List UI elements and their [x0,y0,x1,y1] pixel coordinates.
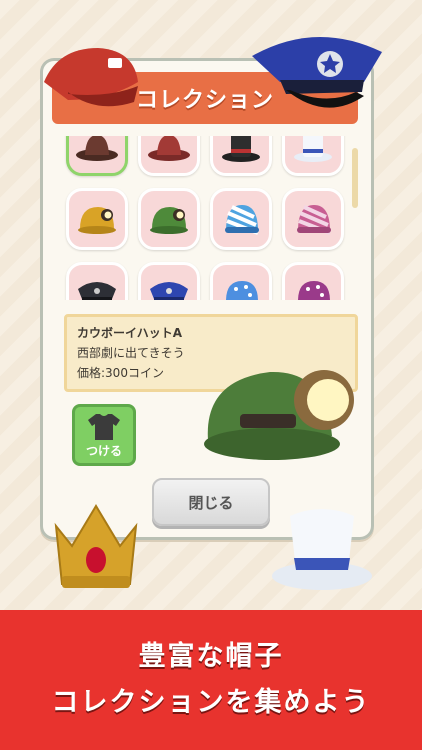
hat-cell-cowboy-brown[interactable] [66,136,128,176]
police-cap-decoration-icon [252,36,382,108]
banner-line-2: コレクションを集めよう [51,687,371,718]
hat-cell-beanie-blue[interactable] [210,188,272,250]
hat-cell-cowboy-red[interactable] [138,136,200,176]
police-cap-blue-icon [150,282,188,300]
cowboy-hat-red-icon [148,136,190,161]
wear-button[interactable]: つける [72,404,136,466]
beanie-blue-icon [225,205,259,235]
close-label: 閉じる [188,493,234,512]
close-button[interactable]: 閉じる [152,478,270,526]
hat-cell-tophat-white[interactable] [282,136,344,176]
cap-blue-dots-icon [226,281,258,300]
shirt-icon [88,414,120,440]
cap-purple-dots-icon [298,281,330,300]
hat-cell-tophat-black[interactable] [210,136,272,176]
hat-grid[interactable] [62,136,348,300]
mining-helmet-yellow-icon [78,207,116,234]
white-top-hat-decoration-icon [272,509,372,590]
red-cap-decoration-icon [44,48,138,107]
hat-name: カウボーイハットA [77,326,183,340]
mining-helmet-green-icon [150,207,188,234]
banner-line-1: 豊富な帽子 [138,641,284,672]
green-mining-helmet-decoration-icon [204,370,354,460]
hat-cell-police-blue[interactable] [138,262,200,300]
hat-cell-mining-yellow[interactable] [66,188,128,250]
hat-cell-cap-blue-dots[interactable] [210,262,272,300]
promo-banner: 豊富な帽子 コレクションを集めよう [0,610,422,750]
cowboy-hat-brown-icon [76,136,118,161]
top-hat-white-icon [294,136,332,162]
hat-cell-cap-purple-dots[interactable] [282,262,344,300]
grid-scrollbar[interactable] [352,148,358,208]
wear-label: つける [85,444,122,458]
crown-decoration-icon [54,504,138,588]
hat-cell-police-black[interactable] [66,262,128,300]
hat-cell-beanie-pink[interactable] [282,188,344,250]
hat-cell-mining-green[interactable] [138,188,200,250]
police-cap-black-icon [78,282,116,300]
top-hat-black-icon [222,136,260,162]
beanie-pink-icon [297,205,331,235]
